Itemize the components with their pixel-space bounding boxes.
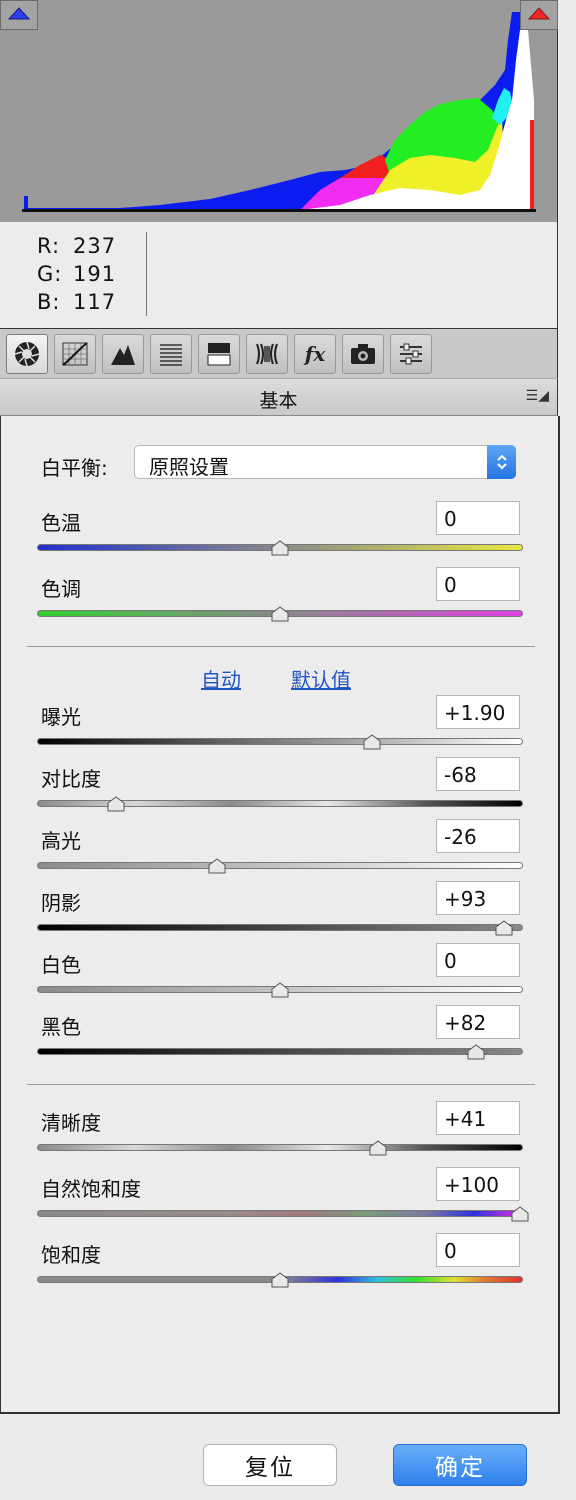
readout-divider xyxy=(146,232,147,316)
histogram xyxy=(0,0,558,222)
highlights-input[interactable]: -26 xyxy=(436,819,520,853)
blacks-slider-thumb[interactable] xyxy=(467,1044,485,1060)
contrast-label: 对比度 xyxy=(41,767,101,791)
readout-r: R: 237 xyxy=(37,234,117,258)
exposure-slider-thumb[interactable] xyxy=(363,734,381,750)
tint-slider-thumb[interactable] xyxy=(271,606,289,622)
panel-title: 基本 xyxy=(259,390,298,412)
highlights-label: 高光 xyxy=(41,829,81,853)
white-balance-select[interactable]: 原照设置 xyxy=(134,445,516,479)
split-toning-icon xyxy=(207,343,231,366)
vibrance-input[interactable]: +100 xyxy=(436,1167,520,1201)
reset-button[interactable]: 复位 xyxy=(203,1444,337,1486)
clarity-label: 清晰度 xyxy=(41,1111,101,1135)
contrast-slider-thumb[interactable] xyxy=(107,796,125,812)
saturation-label: 饱和度 xyxy=(41,1243,101,1267)
tab-detail[interactable] xyxy=(102,334,144,374)
saturation-input[interactable]: 0 xyxy=(436,1233,520,1267)
panel-menu-icon[interactable]: ☰◢ xyxy=(526,388,549,404)
panel-tab-strip: fx xyxy=(0,328,558,378)
whites-label: 白色 xyxy=(41,953,81,977)
exposure-label: 曝光 xyxy=(41,705,81,729)
clarity-slider-thumb[interactable] xyxy=(369,1140,387,1156)
saturation-slider-thumb[interactable] xyxy=(271,1272,289,1288)
basic-panel: 白平衡: 原照设置 色温 0 色调 0 自动 默认值 曝光 +1.90 对比度 … xyxy=(0,416,560,1414)
tint-input[interactable]: 0 xyxy=(436,567,520,601)
histogram-graph xyxy=(22,12,536,212)
shadows-slider-thumb[interactable] xyxy=(495,920,513,936)
vibrance-slider-thumb[interactable] xyxy=(511,1206,529,1222)
tab-basic[interactable] xyxy=(6,334,48,374)
blacks-input[interactable]: +82 xyxy=(436,1005,520,1039)
blacks-slider[interactable] xyxy=(37,1048,523,1055)
auto-link[interactable]: 自动 xyxy=(201,664,241,693)
ok-button[interactable]: 确定 xyxy=(393,1444,527,1486)
temperature-label: 色温 xyxy=(41,511,81,535)
tab-camera-calibration[interactable] xyxy=(342,334,384,374)
tab-tone-curve[interactable] xyxy=(54,334,96,374)
basic-icon xyxy=(14,341,40,367)
section-divider xyxy=(27,1084,535,1085)
clarity-slider[interactable] xyxy=(37,1144,523,1151)
readout-b: B: 117 xyxy=(37,290,117,314)
effects-fx-icon: fx xyxy=(304,342,326,366)
white-balance-value: 原照设置 xyxy=(149,455,229,479)
clarity-input[interactable]: +41 xyxy=(436,1101,520,1135)
temperature-slider-thumb[interactable] xyxy=(271,540,289,556)
camera-calibration-icon xyxy=(351,344,375,364)
shadows-slider[interactable] xyxy=(37,924,523,931)
whites-slider-thumb[interactable] xyxy=(271,982,289,998)
highlight-clipping-warning-button[interactable] xyxy=(520,0,558,30)
section-divider xyxy=(27,646,535,647)
highlights-slider-thumb[interactable] xyxy=(208,858,226,874)
white-balance-label: 白平衡: xyxy=(41,456,108,480)
tone-curve-icon xyxy=(62,342,88,366)
vibrance-slider[interactable] xyxy=(37,1210,523,1217)
whites-input[interactable]: 0 xyxy=(436,943,520,977)
shadows-label: 阴影 xyxy=(41,891,81,915)
blacks-label: 黑色 xyxy=(41,1015,81,1039)
panel-header: 基本 ☰◢ xyxy=(0,378,558,416)
shadows-input[interactable]: +93 xyxy=(436,881,520,915)
blue-triangle-icon xyxy=(7,7,31,20)
hsl-icon xyxy=(160,344,182,366)
vibrance-label: 自然饱和度 xyxy=(41,1177,141,1201)
exposure-input[interactable]: +1.90 xyxy=(436,695,520,729)
red-triangle-icon xyxy=(527,7,551,20)
highlights-slider[interactable] xyxy=(37,862,523,869)
shadow-clipping-warning-button[interactable] xyxy=(0,0,38,30)
contrast-input[interactable]: -68 xyxy=(436,757,520,791)
rgb-readout: R: 237 G: 191 B: 117 xyxy=(0,222,558,328)
readout-g: G: 191 xyxy=(37,262,117,286)
tab-effects[interactable]: fx xyxy=(294,334,336,374)
tab-split-toning[interactable] xyxy=(198,334,240,374)
tint-label: 色调 xyxy=(41,577,81,601)
detail-icon xyxy=(111,345,135,365)
default-link[interactable]: 默认值 xyxy=(291,664,351,693)
tab-presets[interactable] xyxy=(390,334,432,374)
tab-lens-corrections[interactable] xyxy=(246,334,288,374)
lens-corrections-icon xyxy=(256,343,278,365)
temperature-input[interactable]: 0 xyxy=(436,501,520,535)
exposure-slider[interactable] xyxy=(37,738,523,745)
select-arrows-icon xyxy=(487,445,516,479)
tab-hsl[interactable] xyxy=(150,334,192,374)
presets-icon xyxy=(400,343,422,365)
